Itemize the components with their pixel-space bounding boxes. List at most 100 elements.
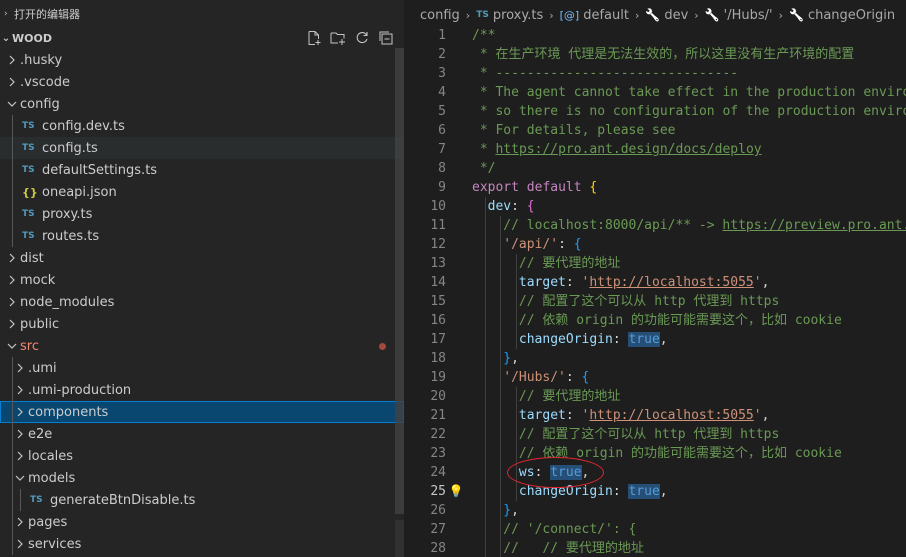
tree-file[interactable]: TS routes.ts bbox=[0, 225, 404, 247]
tree-folder[interactable]: config bbox=[0, 93, 404, 115]
chevron-down-icon[interactable] bbox=[4, 93, 20, 115]
chevron-right-icon[interactable] bbox=[4, 291, 20, 313]
module-icon: [@] bbox=[559, 8, 580, 22]
line-number: 15 bbox=[430, 294, 446, 309]
tree-folder[interactable]: .umi-production bbox=[0, 379, 404, 401]
code-line[interactable]: 15 // 配置了这个可以从 http 代理到 https bbox=[405, 292, 906, 311]
tree-folder[interactable]: public bbox=[0, 313, 404, 335]
breadcrumb-item[interactable]: 🔧 '/Hubs/' bbox=[705, 8, 773, 23]
chevron-right-icon[interactable] bbox=[4, 313, 20, 335]
chevron-right-icon[interactable] bbox=[12, 357, 28, 379]
code-line[interactable]: 19 '/Hubs/': { bbox=[405, 368, 906, 387]
breadcrumb-item[interactable]: 🔧 dev bbox=[645, 8, 688, 23]
code-line[interactable]: 7 * https://pro.ant.design/docs/deploy bbox=[405, 140, 906, 159]
indent-guide bbox=[500, 368, 502, 387]
code-line[interactable]: 2 * 在生产环境 代理是无法生效的，所以这里没有生产环境的配置 bbox=[405, 45, 906, 64]
chevron-right-icon[interactable] bbox=[12, 401, 28, 423]
tree-folder[interactable]: models bbox=[0, 467, 404, 489]
indent-guide bbox=[12, 357, 13, 379]
code-line[interactable]: 8 */ bbox=[405, 159, 906, 178]
chevron-right-icon[interactable] bbox=[4, 247, 20, 269]
code-line[interactable]: 16 // 依赖 origin 的功能可能需要这个，比如 cookie bbox=[405, 311, 906, 330]
code-line[interactable]: 10 dev: { bbox=[405, 197, 906, 216]
tree-folder[interactable]: .vscode bbox=[0, 71, 404, 93]
sidebar-scrollbar[interactable] bbox=[395, 48, 404, 514]
code-line[interactable]: 28 // // 要代理的地址 bbox=[405, 539, 906, 557]
new-folder-icon[interactable] bbox=[329, 30, 346, 47]
tree-folder[interactable]: pages bbox=[0, 511, 404, 533]
tree-folder[interactable]: src bbox=[0, 335, 404, 357]
tree-folder[interactable]: .husky bbox=[0, 49, 404, 71]
code-line[interactable]: 27 // '/connect/': { bbox=[405, 520, 906, 539]
tree-folder[interactable]: node_modules bbox=[0, 291, 404, 313]
code-line[interactable]: 17 changeOrigin: true, bbox=[405, 330, 906, 349]
code-line[interactable]: 24 ws: true, bbox=[405, 463, 906, 482]
chevron-right-icon[interactable] bbox=[12, 423, 28, 445]
indent-guide bbox=[12, 445, 13, 467]
breadcrumb-item[interactable]: config bbox=[420, 8, 460, 23]
chevron-right-icon[interactable] bbox=[4, 49, 20, 71]
chevron-down-icon[interactable] bbox=[4, 335, 20, 357]
chevron-right-icon[interactable] bbox=[4, 269, 20, 291]
open-editors-section[interactable]: › 打开的编辑器 bbox=[0, 0, 404, 28]
chevron-right-icon[interactable] bbox=[12, 533, 28, 555]
tree-file[interactable]: TS defaultSettings.ts bbox=[0, 159, 404, 181]
chevron-down-icon[interactable] bbox=[12, 467, 28, 489]
indent-guide bbox=[500, 463, 502, 482]
workspace-root[interactable]: ⌄ WOOD bbox=[0, 28, 404, 48]
chevron-right-icon[interactable] bbox=[4, 71, 20, 93]
code-line[interactable]: 4 * The agent cannot take effect in the … bbox=[405, 83, 906, 102]
code-line[interactable]: 5 * so there is no configuration of the … bbox=[405, 102, 906, 121]
indent-guide bbox=[515, 425, 517, 444]
code-line[interactable]: 12 '/api/': { bbox=[405, 235, 906, 254]
code-line[interactable]: 13 // 要代理的地址 bbox=[405, 254, 906, 273]
code-token: // 配置了这个可以从 http 代理到 https bbox=[518, 294, 780, 309]
code-line[interactable]: 11 // localhost:8000/api/** -> https://pr… bbox=[405, 216, 906, 235]
chevron-right-icon[interactable] bbox=[12, 445, 28, 467]
new-file-icon[interactable] bbox=[305, 30, 322, 47]
chevron-right-icon: › bbox=[465, 8, 471, 22]
tree-folder[interactable]: components bbox=[0, 401, 404, 423]
line-number: 12 bbox=[430, 237, 446, 252]
code-line[interactable]: 1 /** bbox=[405, 26, 906, 45]
code-line[interactable]: 14 target: 'http://localhost:5055', bbox=[405, 273, 906, 292]
tree-folder[interactable]: locales bbox=[0, 445, 404, 467]
lightbulb-icon[interactable]: 💡 bbox=[449, 482, 464, 501]
code-editor[interactable]: config › TS proxy.ts › [@] default › 🔧 dev › 🔧 '/Hub… bbox=[405, 0, 906, 557]
tree-file[interactable]: TS config.ts bbox=[0, 137, 404, 159]
code-line[interactable]: 23// 依赖 origin 的功能可能需要这个，比如 cookie bbox=[405, 444, 906, 463]
breadcrumb-item[interactable]: 🔧 changeOrigin bbox=[789, 8, 895, 23]
tree-folder[interactable]: e2e bbox=[0, 423, 404, 445]
tree-item-label: .vscode bbox=[20, 74, 70, 90]
code-line[interactable]: 18}, bbox=[405, 349, 906, 368]
code-line[interactable]: 9 export default { bbox=[405, 178, 906, 197]
tree-folder[interactable]: dist bbox=[0, 247, 404, 269]
code-line[interactable]: 21 target: 'http://localhost:5055', bbox=[405, 406, 906, 425]
line-number: 3 bbox=[438, 66, 446, 81]
code-line[interactable]: 3 * ------------------------------- bbox=[405, 64, 906, 83]
code-text: /** bbox=[472, 26, 495, 45]
code-line[interactable]: 25 💡 changeOrigin: true, bbox=[405, 482, 906, 501]
code-token: : bbox=[612, 332, 629, 347]
refresh-icon[interactable] bbox=[353, 30, 370, 47]
code-line[interactable]: 6 * For details, please see bbox=[405, 121, 906, 140]
collapse-all-icon[interactable] bbox=[377, 30, 394, 47]
chevron-right-icon[interactable] bbox=[12, 379, 28, 401]
breadcrumb-item[interactable]: [@] default bbox=[560, 8, 629, 23]
code-line[interactable]: 26}, bbox=[405, 501, 906, 520]
tree-folder[interactable]: mock bbox=[0, 269, 404, 291]
code-token: changeOrigin bbox=[518, 332, 613, 347]
tree-file[interactable]: TS generateBtnDisable.ts bbox=[0, 489, 404, 511]
code-token: : bbox=[511, 199, 527, 214]
chevron-right-icon[interactable] bbox=[12, 511, 28, 533]
code-line[interactable]: 22 // 配置了这个可以从 http 代理到 https bbox=[405, 425, 906, 444]
tree-folder[interactable]: services bbox=[0, 533, 404, 555]
tree-folder[interactable]: .umi bbox=[0, 357, 404, 379]
tree-file[interactable]: TS config.dev.ts bbox=[0, 115, 404, 137]
code-line[interactable]: 20 // 要代理的地址 bbox=[405, 387, 906, 406]
code-area[interactable]: 1/** 2 * 在生产环境 代理是无法生效的，所以这里没有生产环境的配置 3 * … bbox=[405, 26, 906, 557]
tree-file[interactable]: TS proxy.ts bbox=[0, 203, 404, 225]
indent-guide bbox=[515, 311, 517, 330]
tree-file[interactable]: {} oneapi.json bbox=[0, 181, 404, 203]
breadcrumb-item[interactable]: TS proxy.ts bbox=[476, 8, 543, 23]
